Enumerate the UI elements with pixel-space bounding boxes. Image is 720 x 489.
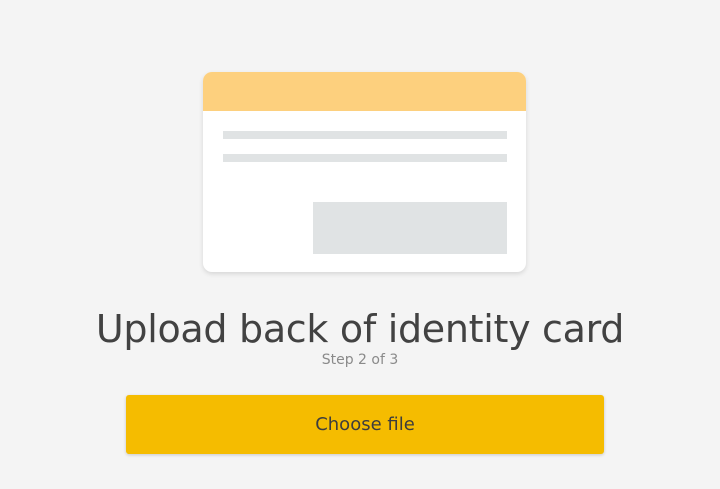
page-title: Upload back of identity card xyxy=(95,307,625,351)
step-indicator: Step 2 of 3 xyxy=(321,352,399,368)
card-info-block xyxy=(313,202,507,254)
card-text-line xyxy=(223,131,507,139)
card-text-line xyxy=(223,154,507,162)
choose-file-button[interactable]: Choose file xyxy=(126,395,604,454)
identity-card-illustration xyxy=(203,72,526,272)
card-header-stripe xyxy=(203,72,526,111)
